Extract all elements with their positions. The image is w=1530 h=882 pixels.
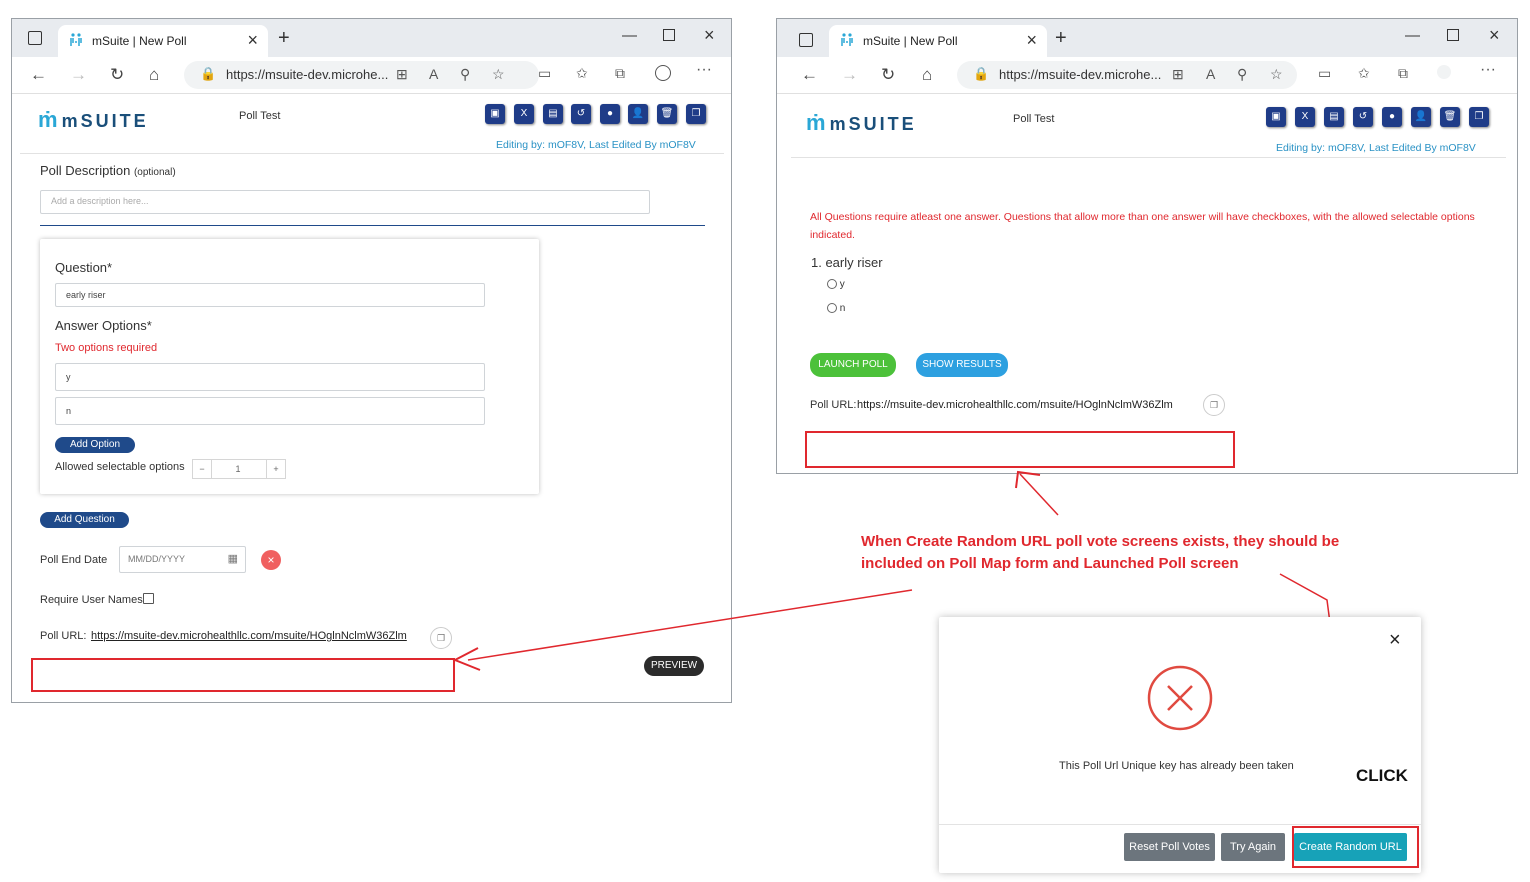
modal-footer-divider bbox=[939, 824, 1421, 825]
create-random-url-highlight bbox=[1292, 826, 1419, 868]
modal-message: This Poll Url Unique key has already bee… bbox=[1059, 760, 1294, 772]
arrow-to-launched-icon bbox=[1019, 473, 1059, 516]
modal-close-icon[interactable]: × bbox=[1389, 629, 1401, 652]
error-x-circle-icon bbox=[1147, 665, 1213, 731]
click-annotation: CLICK bbox=[1356, 766, 1408, 785]
try-again-button[interactable]: Try Again bbox=[1221, 833, 1285, 861]
arrow-to-editor-icon bbox=[467, 589, 913, 661]
reset-poll-votes-button[interactable]: Reset Poll Votes bbox=[1124, 833, 1215, 861]
